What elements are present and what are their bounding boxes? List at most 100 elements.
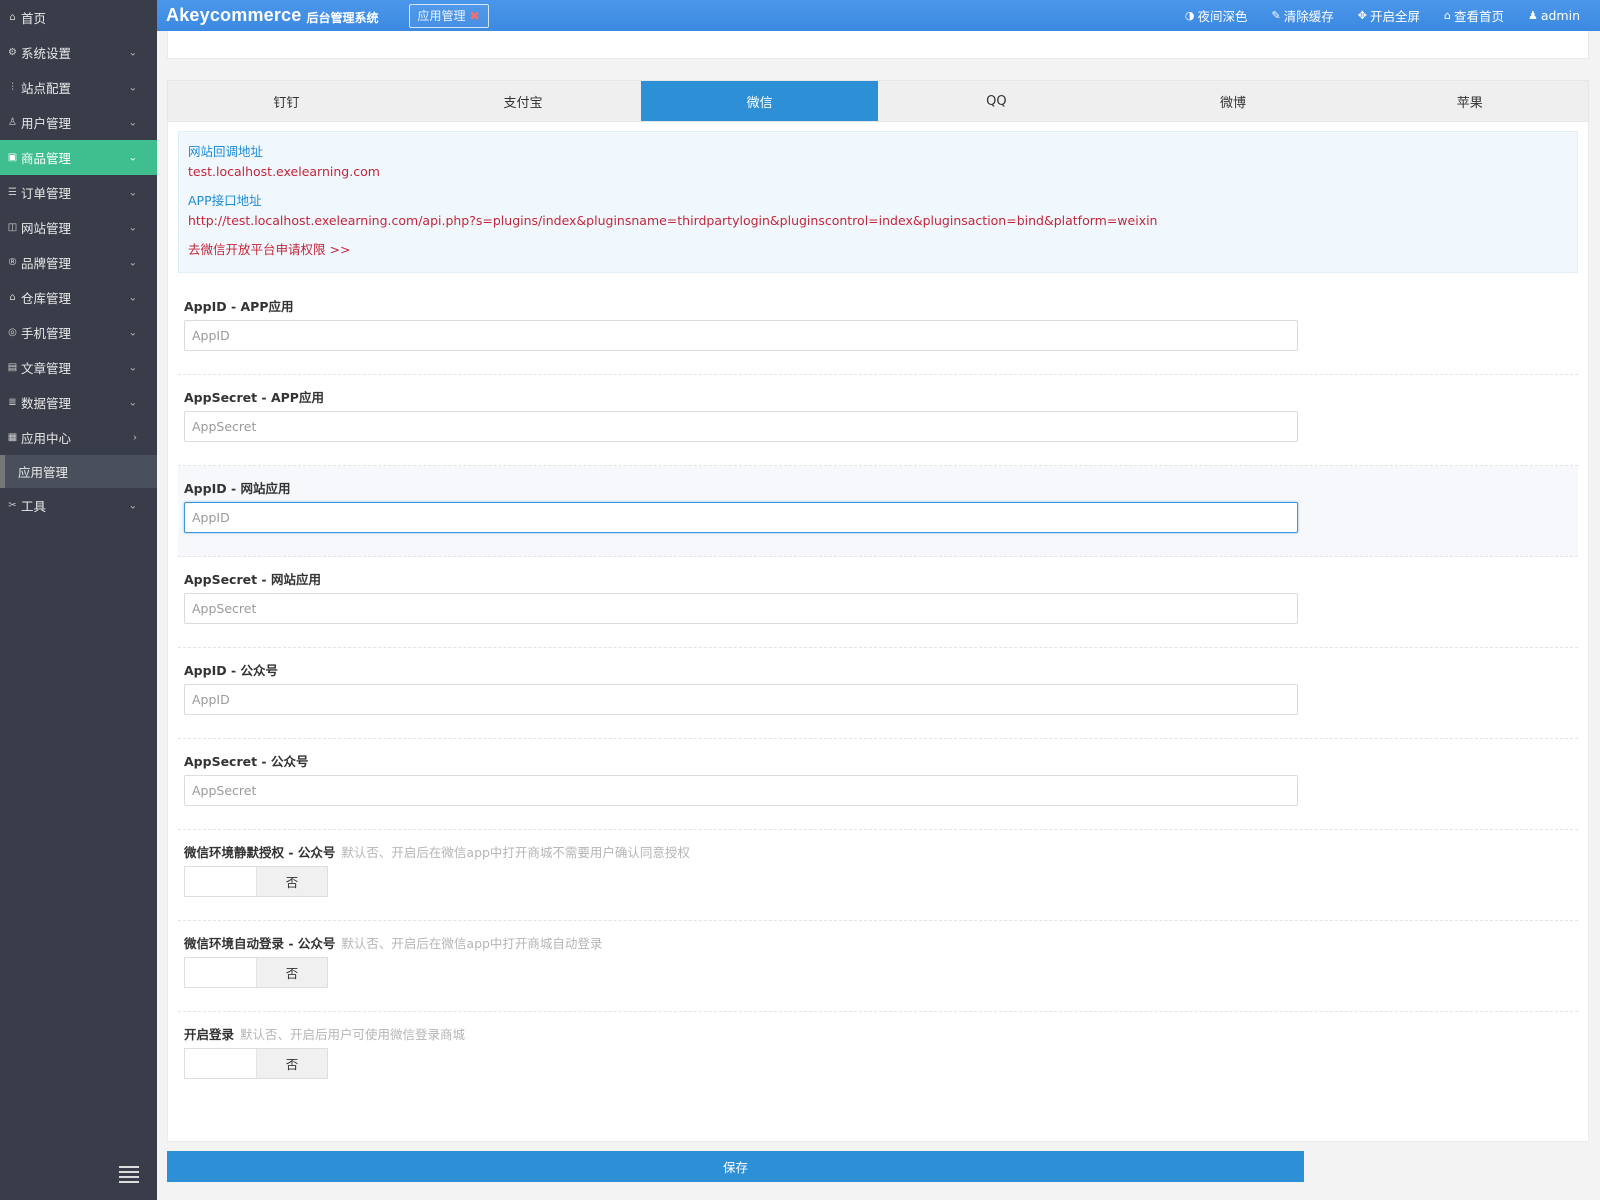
field-label: AppSecret - APP应用	[184, 390, 324, 405]
appid-app-field: AppID - APP应用	[178, 284, 1578, 375]
sidebar-item-label: 站点配置	[21, 81, 72, 96]
warehouse-icon: ⌂	[9, 292, 16, 303]
appsecret-app-input[interactable]	[184, 411, 1298, 442]
sidebar-item-orders[interactable]: ☰ 订单管理 ⌄	[0, 175, 157, 210]
fullscreen-label: 开启全屏	[1369, 9, 1420, 24]
fullscreen-button[interactable]: ✥ 开启全屏	[1358, 6, 1420, 25]
silent-auth-switch[interactable]: 否	[184, 866, 328, 897]
bag-icon: ▣	[7, 152, 18, 163]
sidebar-item-site-config[interactable]: ⫶ 站点配置 ⌄	[0, 70, 157, 105]
sidebar-item-label: 文章管理	[21, 361, 72, 376]
field-label: AppSecret - 网站应用	[184, 572, 321, 587]
clear-cache-label: 清除缓存	[1283, 9, 1334, 24]
user-menu-button[interactable]: ♟ admin	[1528, 8, 1580, 23]
api-url-value: http://test.localhost.exelearning.com/ap…	[188, 213, 1158, 228]
tools-icon: ✂	[8, 500, 17, 511]
close-icon[interactable]: ✖	[470, 9, 480, 23]
tab-alipay[interactable]: 支付宝	[405, 81, 642, 121]
brand-subtitle: 后台管理系统	[306, 10, 379, 25]
list-icon: ☰	[8, 187, 17, 198]
sidebar-item-users[interactable]: ♙ 用户管理 ⌄	[0, 105, 157, 140]
database-icon: ≣	[8, 397, 17, 408]
appsecret-web-field: AppSecret - 网站应用	[178, 557, 1578, 648]
chevron-down-icon: ⌄	[128, 117, 137, 128]
appsecret-official-field: AppSecret - 公众号	[178, 739, 1578, 830]
switch-state: 否	[256, 867, 327, 896]
chevron-down-icon: ⌄	[128, 47, 137, 58]
sidebar-item-website[interactable]: ◫ 网站管理 ⌄	[0, 210, 157, 245]
field-label: AppID - 公众号	[184, 663, 278, 678]
switch-label: 微信环境自动登录 - 公众号	[184, 936, 336, 951]
sidebar-item-mobile[interactable]: ◎ 手机管理 ⌄	[0, 315, 157, 350]
top-panel	[167, 31, 1589, 59]
auto-login-field: 微信环境自动登录 - 公众号 默认否、开启后在微信app中打开商城自动登录 否	[178, 921, 1578, 1012]
appid-official-input[interactable]	[184, 684, 1298, 715]
sidebar-item-label: 手机管理	[21, 326, 72, 341]
open-page-tab[interactable]: 应用管理 ✖	[408, 3, 489, 28]
sidebar-item-warehouse[interactable]: ⌂ 仓库管理 ⌄	[0, 280, 157, 315]
appsecret-official-input[interactable]	[184, 775, 1298, 806]
chevron-down-icon: ⌄	[128, 397, 137, 408]
night-mode-button[interactable]: ◑ 夜间深色	[1185, 6, 1248, 25]
sidebar-item-products[interactable]: ▣ 商品管理 ⌄	[0, 140, 157, 175]
field-tip: 默认否、开启后用户可使用微信登录商城	[240, 1027, 466, 1042]
trademark-icon: ®	[7, 257, 18, 268]
user-icon: ♟	[1527, 9, 1538, 22]
sidebar-collapse-icon[interactable]	[119, 1166, 139, 1183]
tab-weibo[interactable]: 微博	[1115, 81, 1352, 121]
tab-qq[interactable]: QQ	[878, 81, 1115, 121]
callback-url-value: test.localhost.exelearning.com	[188, 164, 380, 179]
chevron-down-icon: ⌄	[128, 327, 137, 338]
enable-login-field: 开启登录 默认否、开启后用户可使用微信登录商城 否	[178, 1012, 1578, 1103]
open-page-tab-label: 应用管理	[417, 9, 466, 23]
save-button[interactable]: 保存	[167, 1151, 1304, 1182]
sidebar-subitem-app-management[interactable]: 应用管理	[0, 455, 157, 488]
sidebar-item-label: 仓库管理	[21, 291, 72, 306]
view-home-button[interactable]: ⌂ 查看首页	[1444, 6, 1504, 25]
enable-login-switch[interactable]: 否	[184, 1048, 328, 1079]
sidebar-item-brands[interactable]: ® 品牌管理 ⌄	[0, 245, 157, 280]
field-label: AppSecret - 公众号	[184, 754, 309, 769]
brand-logo: Akeycommerce	[166, 5, 302, 25]
sidebar-item-label: 系统设置	[21, 46, 72, 61]
wechat-config-form: 网站回调地址 test.localhost.exelearning.com AP…	[167, 122, 1589, 1142]
field-label: 微信环境自动登录 - 公众号 默认否、开启后在微信app中打开商城自动登录	[184, 933, 1572, 952]
home-icon: ⌂	[9, 12, 16, 23]
silent-auth-field: 微信环境静默授权 - 公众号 默认否、开启后在微信app中打开商城不需要用户确认同…	[178, 830, 1578, 921]
chevron-down-icon: ⌄	[128, 187, 137, 198]
tab-dingtalk[interactable]: 钉钉	[168, 81, 405, 121]
chevron-right-icon: ›	[133, 432, 137, 443]
apply-permission-link[interactable]: 去微信开放平台申请权限 >>	[188, 239, 1568, 258]
chevron-down-icon: ⌄	[128, 222, 137, 233]
chevron-down-icon: ⌄	[128, 82, 137, 93]
mobile-icon: ◎	[8, 327, 17, 338]
clear-cache-button[interactable]: ✎ 清除缓存	[1271, 6, 1333, 25]
sidebar-item-label: 应用中心	[21, 431, 72, 446]
auto-login-switch[interactable]: 否	[184, 957, 328, 988]
sidebar-item-system-settings[interactable]: ⚙ 系统设置 ⌄	[0, 35, 157, 70]
fullscreen-icon: ✥	[1357, 9, 1367, 22]
sidebar-item-home[interactable]: ⌂ 首页	[0, 0, 157, 35]
sliders-icon: ⫶	[11, 82, 14, 93]
view-home-label: 查看首页	[1453, 9, 1504, 24]
sidebar-item-label: 网站管理	[21, 221, 72, 236]
tab-apple[interactable]: 苹果	[1351, 81, 1588, 121]
sidebar-item-label: 数据管理	[21, 396, 72, 411]
gear-icon: ⚙	[8, 47, 17, 58]
user-icon: ♙	[8, 117, 17, 128]
chevron-down-icon: ⌄	[128, 362, 137, 373]
home-icon: ⌂	[1443, 9, 1451, 22]
sidebar-item-app-center[interactable]: ▦ 应用中心 ›	[0, 420, 157, 455]
brush-icon: ✎	[1271, 9, 1281, 22]
appid-web-input[interactable]	[184, 502, 1298, 533]
sidebar-item-tools[interactable]: ✂ 工具 ⌄	[0, 488, 157, 523]
sidebar-item-data[interactable]: ≣ 数据管理 ⌄	[0, 385, 157, 420]
switch-state: 否	[256, 958, 327, 987]
tab-wechat[interactable]: 微信	[641, 81, 879, 121]
appsecret-web-input[interactable]	[184, 593, 1298, 624]
chevron-down-icon: ⌄	[128, 257, 137, 268]
header-actions: ◑ 夜间深色 ✎ 清除缓存 ✥ 开启全屏 ⌂ 查看首页 ♟ admin	[1161, 6, 1580, 25]
field-label: AppID - 网站应用	[184, 481, 291, 496]
sidebar-item-articles[interactable]: ▤ 文章管理 ⌄	[0, 350, 157, 385]
appid-app-input[interactable]	[184, 320, 1298, 351]
